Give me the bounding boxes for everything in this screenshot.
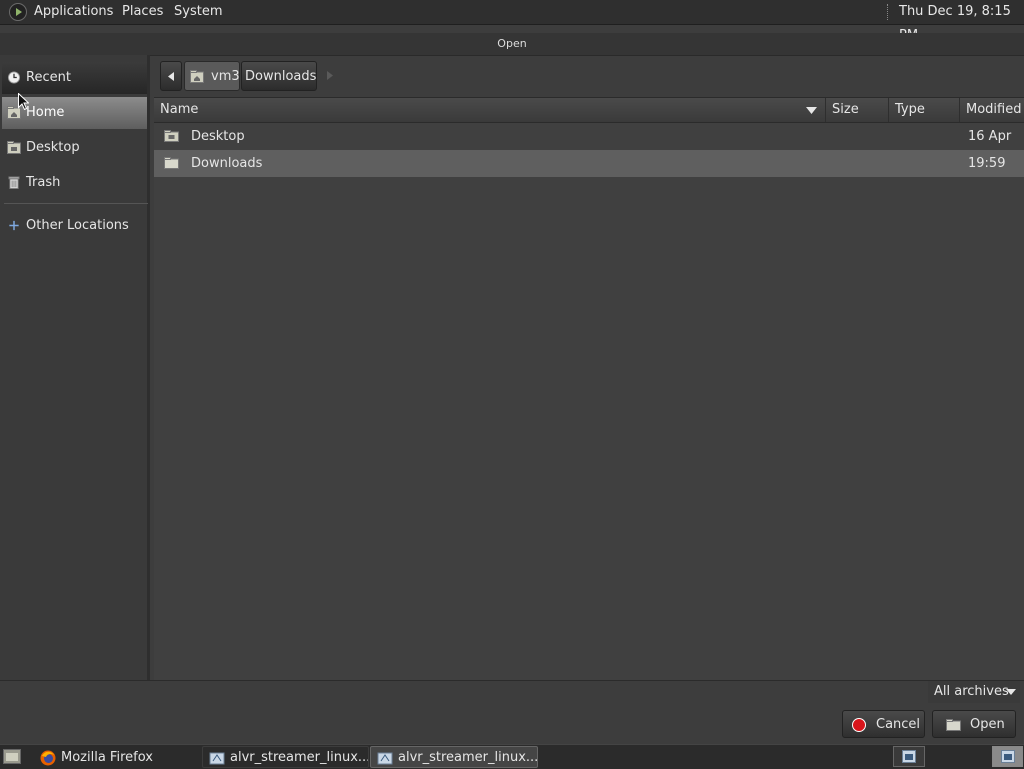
open-button[interactable]: Open	[932, 710, 1016, 738]
cancel-button[interactable]: Cancel	[842, 710, 925, 738]
sidebar-item-label: Trash	[26, 175, 61, 190]
firefox-icon	[40, 750, 56, 766]
sidebar-separator	[4, 203, 148, 204]
path-crumb-home[interactable]: vm3	[184, 61, 240, 91]
window-icon	[902, 750, 916, 763]
sidebar-item-trash[interactable]: Trash	[2, 167, 147, 199]
file-list[interactable]: Name Size Type Modified Desktop 16 Apr D…	[154, 97, 1024, 681]
folder-open-icon	[946, 719, 961, 731]
column-type-label: Type	[895, 102, 925, 117]
sidebar-item-recent[interactable]: Recent	[2, 62, 147, 94]
cancel-icon	[852, 718, 866, 732]
sidebar-item-desktop[interactable]: Desktop	[2, 132, 147, 164]
file-modified: 16 Apr	[968, 129, 1012, 144]
sidebar-item-label: Recent	[26, 70, 71, 85]
document-icon	[209, 752, 225, 765]
path-crumb-label: Downloads	[245, 69, 317, 84]
path-back-button[interactable]	[160, 61, 182, 91]
task-alvr-streamer-2[interactable]: alvr_streamer_linux....	[370, 746, 538, 768]
menu-places[interactable]: Places	[122, 0, 163, 24]
filter-label: All archives	[934, 684, 1009, 699]
file-modified: 19:59	[968, 156, 1006, 171]
column-modified[interactable]: Modified	[959, 98, 1024, 122]
sidebar-item-label: Home	[26, 105, 65, 120]
task-label: alvr_streamer_linux....	[230, 750, 369, 765]
task-firefox[interactable]: Mozilla Firefox	[33, 746, 201, 768]
panel-separator	[887, 4, 890, 20]
top-panel: Applications Places System Thu Dec 19, 8…	[0, 0, 1024, 43]
column-modified-label: Modified	[966, 102, 1022, 117]
task-alvr-streamer-1[interactable]: alvr_streamer_linux....	[202, 746, 369, 768]
sort-descending-icon	[806, 107, 817, 114]
plus-icon	[9, 220, 19, 231]
column-type[interactable]: Type	[888, 98, 959, 122]
column-header: Name Size Type Modified	[154, 98, 1024, 123]
home-folder-icon	[190, 70, 204, 83]
column-name[interactable]: Name	[154, 98, 825, 122]
taskbar: Mozilla Firefox alvr_streamer_linux.... …	[0, 744, 1024, 769]
desktop-folder-icon	[7, 141, 21, 154]
trash-icon	[8, 176, 20, 189]
column-size-label: Size	[832, 102, 859, 117]
task-label: Mozilla Firefox	[61, 750, 153, 765]
chevron-left-icon	[168, 72, 174, 81]
clock[interactable]: Thu Dec 19, 8:15 PM	[899, 0, 1024, 43]
file-name: Desktop	[191, 129, 245, 144]
workspace-2[interactable]	[992, 746, 1023, 767]
chevron-down-icon	[1006, 689, 1016, 695]
file-row-downloads[interactable]: Downloads 19:59	[154, 150, 1024, 177]
path-crumb-label: vm3	[211, 69, 240, 84]
desktop-folder-icon	[164, 130, 179, 142]
sidebar-item-label: Other Locations	[26, 218, 129, 233]
mouse-cursor-icon	[18, 93, 29, 110]
file-row-desktop[interactable]: Desktop 16 Apr	[154, 123, 1024, 150]
document-icon	[377, 752, 393, 765]
file-type-filter-select[interactable]: All archives	[928, 681, 1020, 703]
column-name-label: Name	[160, 102, 199, 117]
cancel-label: Cancel	[876, 717, 921, 732]
sidebar-item-other-locations[interactable]: Other Locations	[2, 210, 147, 242]
chevron-right-icon	[327, 71, 333, 80]
show-desktop-icon[interactable]	[3, 749, 21, 764]
task-label: alvr_streamer_linux....	[398, 750, 538, 765]
clock-icon	[7, 71, 21, 84]
open-label: Open	[970, 717, 1005, 732]
dialog-title: Open	[0, 33, 1024, 56]
applications-logo-icon[interactable]	[9, 3, 27, 21]
places-sidebar: Recent Home Desktop Trash Other Location…	[0, 55, 150, 680]
folder-icon	[164, 157, 179, 169]
sidebar-item-label: Desktop	[26, 140, 80, 155]
path-crumb-downloads[interactable]: Downloads	[241, 61, 317, 91]
window-icon	[1001, 750, 1015, 763]
file-name: Downloads	[191, 156, 263, 171]
menu-applications[interactable]: Applications	[34, 0, 113, 24]
workspace-1[interactable]	[893, 746, 925, 767]
menu-system[interactable]: System	[174, 0, 222, 24]
path-forward-button[interactable]	[318, 61, 340, 91]
column-size[interactable]: Size	[825, 98, 889, 122]
